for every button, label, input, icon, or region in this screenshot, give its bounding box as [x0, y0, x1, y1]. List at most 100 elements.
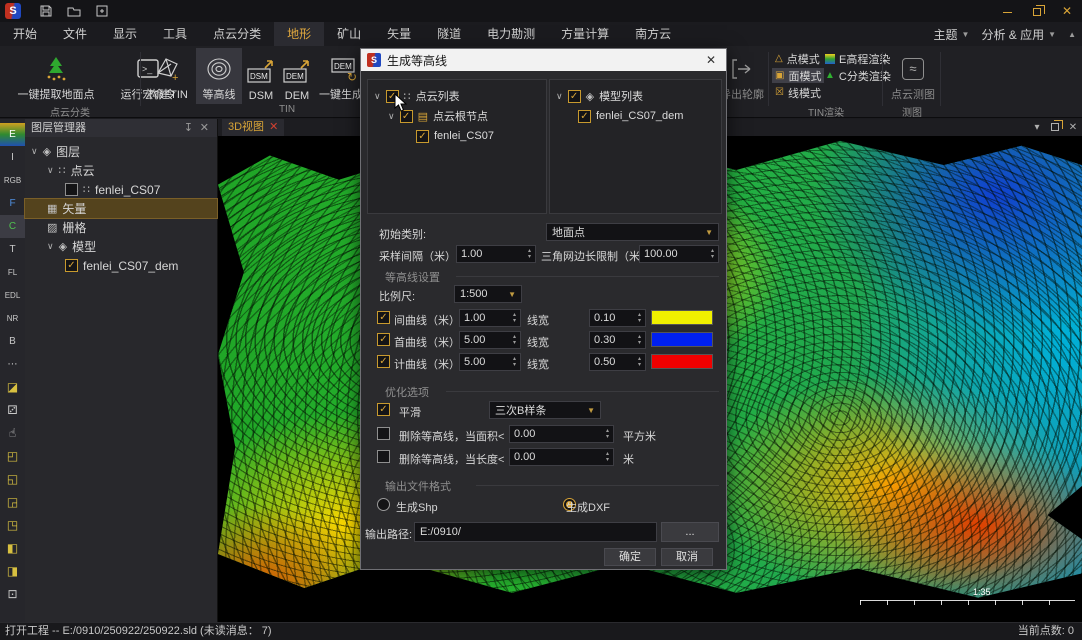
menu-vector[interactable]: 矢量 — [374, 22, 424, 46]
cancel-button[interactable]: 取消 — [661, 548, 713, 566]
spinner-arrows-icon[interactable]: ▴▾ — [606, 428, 609, 440]
output-path-input[interactable]: E:/0910/ — [414, 522, 657, 542]
smooth-method-dropdown[interactable]: 三次B样条▼ — [489, 401, 601, 419]
initial-class-dropdown[interactable]: 地面点▼ — [546, 223, 719, 241]
restore-button[interactable] — [1022, 0, 1052, 22]
menu-tunnel[interactable]: 隧道 — [424, 22, 474, 46]
tree-item-raster[interactable]: ▨ 栅格 — [25, 218, 217, 237]
menu-start[interactable]: 开始 — [0, 22, 50, 46]
view-back-tool[interactable]: ◧ — [0, 537, 25, 560]
close-button[interactable]: ✕ — [1052, 0, 1082, 22]
tool-intensity-render[interactable]: I — [0, 146, 25, 169]
delete-by-area-checkbox[interactable]: ✓ — [377, 427, 390, 440]
view-right-tool[interactable]: ◳ — [0, 514, 25, 537]
pointcloud-mapping-button[interactable]: ≈ 点云测图 — [890, 48, 936, 104]
index-curve-input[interactable]: 5.00▴▾ — [459, 353, 521, 371]
spinner-arrows-icon[interactable]: ▴▾ — [606, 451, 609, 463]
browse-button[interactable]: ... — [661, 522, 719, 542]
sample-interval-input[interactable]: 1.00▴▾ — [456, 245, 536, 263]
point-mode-button[interactable]: △点模式 — [772, 51, 823, 66]
intermediate-color-swatch[interactable] — [651, 310, 713, 325]
classify-render-button[interactable]: ▲C分类渲染 — [822, 68, 894, 83]
tree-item-fenlei-cs07-dem[interactable]: ✓ fenlei_CS07_dem — [25, 256, 217, 275]
viewport-close-icon[interactable]: ✕ — [1064, 119, 1082, 136]
tool-time-render[interactable]: T — [0, 238, 25, 261]
view-left-tool[interactable]: ◲ — [0, 491, 25, 514]
shp-radio[interactable] — [377, 498, 390, 511]
menu-pointcloud-classify[interactable]: 点云分类 — [200, 22, 274, 46]
menu-power-survey[interactable]: 电力勘测 — [474, 22, 548, 46]
delete-area-input[interactable]: 0.00▴▾ — [509, 425, 614, 443]
delete-length-input[interactable]: 0.00▴▾ — [509, 448, 614, 466]
tool-f-render[interactable]: F — [0, 192, 25, 215]
tree-item-model[interactable]: ∨ ◈ 模型 — [25, 237, 217, 256]
pan-hand-tool[interactable]: ☝ — [0, 422, 25, 445]
intermediate-curve-input[interactable]: 1.00▴▾ — [459, 309, 521, 327]
intermediate-curve-checkbox[interactable]: ✓ — [377, 311, 390, 324]
tree-item-model-list[interactable]: ∨ ✓ ◈ 模型列表 — [550, 86, 721, 106]
smooth-checkbox[interactable]: ✓ — [377, 403, 390, 416]
spinner-arrows-icon[interactable]: ▴▾ — [513, 356, 516, 368]
tool-edl-render[interactable]: EDL — [0, 284, 25, 307]
menu-terrain[interactable]: 地形 — [274, 22, 324, 46]
dem-button[interactable]: DEM DEM — [280, 48, 314, 104]
view-bottom-tool[interactable]: ◨ — [0, 560, 25, 583]
dsm-button[interactable]: DSM DSM — [244, 48, 278, 104]
spinner-arrows-icon[interactable]: ▴▾ — [638, 334, 641, 346]
checkbox[interactable]: ✓ — [568, 90, 581, 103]
primary-width-input[interactable]: 0.30▴▾ — [589, 331, 646, 349]
index-width-input[interactable]: 0.50▴▾ — [589, 353, 646, 371]
extract-ground-button[interactable]: 一键提取地面点 — [4, 48, 108, 104]
collapse-ribbon-icon[interactable]: ▲ — [1068, 30, 1076, 39]
expander-icon[interactable]: ∨ — [388, 111, 395, 122]
more-tools-icon[interactable]: ⋯ — [0, 353, 25, 376]
tree-item-pointcloud[interactable]: ∨ ∷ 点云 — [25, 161, 217, 180]
tool-elevation-render[interactable]: E — [0, 123, 25, 146]
menu-display[interactable]: 显示 — [100, 22, 150, 46]
viewport-restore-icon[interactable] — [1046, 119, 1064, 136]
layer-checkbox[interactable]: ✓ — [65, 183, 78, 196]
primary-color-swatch[interactable] — [651, 332, 713, 347]
menu-mine[interactable]: 矿山 — [324, 22, 374, 46]
analysis-menu[interactable]: 分析 & 应用 — [981, 26, 1044, 43]
spinner-arrows-icon[interactable]: ▴▾ — [513, 334, 516, 346]
tab-close-icon[interactable]: ✕ — [269, 121, 278, 133]
tree-item-layers[interactable]: ∨ ◈ 图层 — [25, 142, 217, 161]
spinner-arrows-icon[interactable]: ▴▾ — [638, 356, 641, 368]
scale-ratio-dropdown[interactable]: 1:500▼ — [454, 285, 522, 303]
line-mode-button[interactable]: ☒线模式 — [772, 85, 824, 100]
tool-classification-render[interactable]: C — [0, 215, 25, 238]
pin-icon[interactable]: ↧ — [184, 119, 193, 137]
minimize-button[interactable] — [992, 0, 1022, 22]
save-icon[interactable] — [38, 3, 54, 19]
panel-close-icon[interactable]: ✕ — [200, 119, 209, 137]
tool-fl-render[interactable]: FL — [0, 261, 25, 284]
delete-by-length-checkbox[interactable]: ✓ — [377, 450, 390, 463]
theme-menu[interactable]: 主题 — [934, 26, 958, 43]
layer-checkbox[interactable]: ✓ — [65, 259, 78, 272]
ok-button[interactable]: 确定 — [604, 548, 656, 566]
face-mode-button[interactable]: ▣面模式 — [772, 68, 824, 83]
tab-3d-view[interactable]: 3D视图✕ — [222, 119, 284, 136]
tree-item-vector[interactable]: ▦ 矢量 — [25, 199, 217, 218]
menu-file[interactable]: 文件 — [50, 22, 100, 46]
expander-icon[interactable]: ∨ — [556, 91, 563, 102]
tool-rgb-render[interactable]: RGB — [0, 169, 25, 192]
checkbox[interactable]: ✓ — [578, 110, 591, 123]
index-curve-checkbox[interactable]: ✓ — [377, 355, 390, 368]
spinner-arrows-icon[interactable]: ▴▾ — [513, 312, 516, 324]
dialog-titlebar[interactable]: S 生成等高线 ✕ — [361, 49, 726, 71]
new-file-icon[interactable] — [94, 3, 110, 19]
build-tin-button[interactable]: + 构建TIN — [142, 48, 194, 104]
viewport-menu-icon[interactable]: ▾ — [1028, 119, 1046, 136]
view-front-tool[interactable]: ◱ — [0, 468, 25, 491]
index-color-swatch[interactable] — [651, 354, 713, 369]
tool-nr-render[interactable]: NR — [0, 307, 25, 330]
expander-icon[interactable]: ∨ — [47, 165, 54, 176]
tree-item-fenlei-cs07[interactable]: ✓ ∷ fenlei_CS07 — [25, 180, 217, 199]
intermediate-width-input[interactable]: 0.10▴▾ — [589, 309, 646, 327]
spinner-arrows-icon[interactable]: ▴▾ — [528, 248, 531, 260]
checkbox[interactable]: ✓ — [416, 130, 429, 143]
expander-icon[interactable]: ∨ — [31, 146, 38, 157]
area-select-tool[interactable]: ⊡ — [0, 583, 25, 606]
